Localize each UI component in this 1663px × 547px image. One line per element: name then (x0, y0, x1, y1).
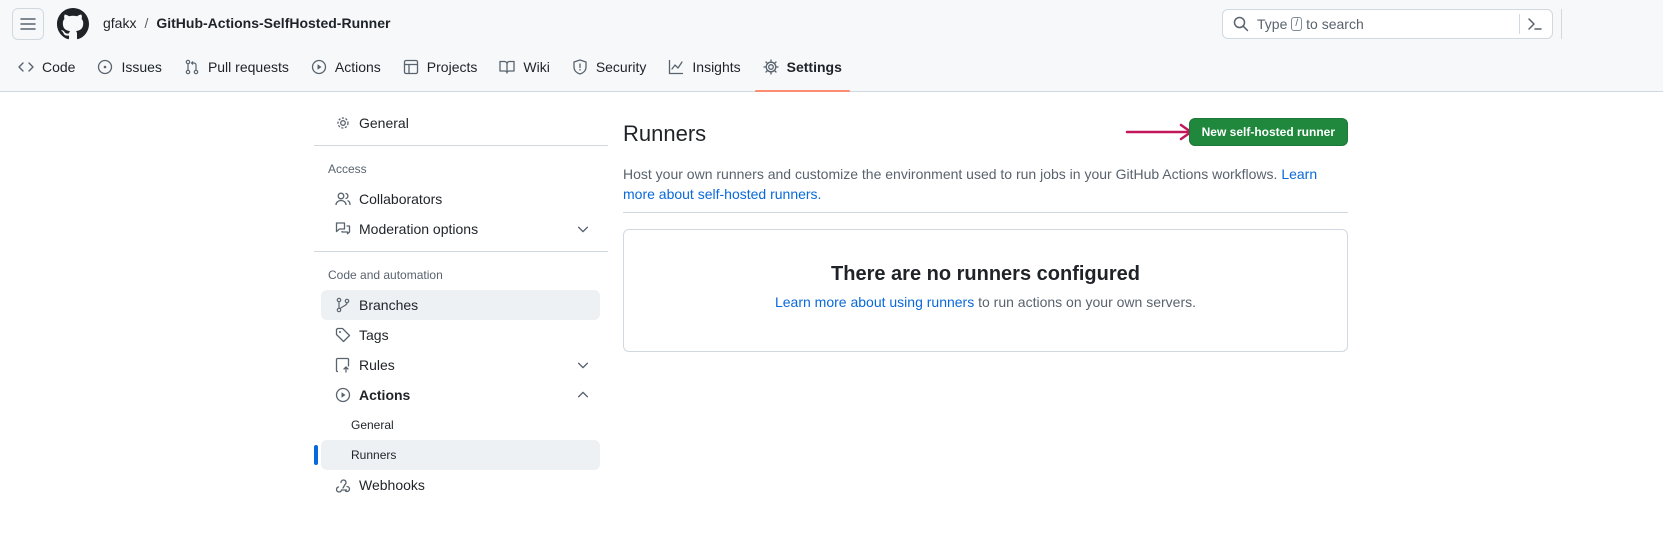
comment-discussion-icon (335, 222, 351, 235)
sidebar-subitem-actions-general[interactable]: General (321, 410, 600, 440)
sidebar-item-rules[interactable]: Rules (321, 350, 600, 380)
sidebar-subitem-runners[interactable]: Runners (314, 440, 600, 470)
sidebar-item-label: Branches (359, 297, 419, 313)
sidebar-item-collaborators[interactable]: Collaborators (321, 184, 600, 214)
play-icon (311, 59, 327, 75)
empty-state-title: There are no runners configured (831, 263, 1140, 285)
description-text: Host your own runners and customize the … (623, 166, 1278, 182)
empty-state-text: Learn more about using runners to run ac… (624, 294, 1347, 310)
tab-actions[interactable]: Actions (303, 51, 389, 91)
empty-state-suffix: to run actions on your own servers. (978, 294, 1196, 310)
menu-button[interactable] (12, 8, 44, 40)
repo-header: gfakx / GitHub-Actions-SelfHosted-Runner… (0, 0, 1663, 92)
sidebar-item-label: Moderation options (359, 221, 479, 237)
tab-label: Security (595, 59, 647, 75)
book-icon (499, 60, 516, 74)
pull-request-icon (185, 59, 199, 75)
tab-label: Code (42, 59, 76, 75)
sidebar-item-moderation[interactable]: Moderation options (321, 214, 600, 244)
empty-state: There are no runners configured Learn mo… (623, 229, 1348, 352)
settings-sidebar: General Access Collaborators Moderation … (314, 108, 608, 500)
sidebar-item-tags[interactable]: Tags (321, 320, 600, 350)
sidebar-item-general[interactable]: General (321, 108, 600, 138)
runners-panel: Runners New self-hosted runner Host your… (623, 108, 1348, 352)
code-icon (18, 62, 34, 72)
search-placeholder-suffix: to search (1306, 16, 1364, 32)
shield-icon (573, 59, 587, 75)
sidebar-item-label: General (359, 115, 409, 131)
gear-icon (337, 117, 349, 129)
search-divider (1519, 14, 1520, 34)
breadcrumb: gfakx / GitHub-Actions-SelfHosted-Runner (103, 15, 390, 31)
hamburger-icon (20, 18, 36, 30)
tab-insights[interactable]: Insights (660, 51, 748, 91)
chevron-down-icon[interactable] (576, 358, 590, 372)
tab-label: Pull requests (207, 59, 289, 75)
search-input[interactable]: Type / to search (1222, 9, 1553, 39)
tab-settings[interactable]: Settings (754, 51, 851, 92)
sidebar-item-label: Collaborators (359, 191, 443, 207)
tab-issues[interactable]: Issues (89, 51, 169, 91)
issue-icon (98, 59, 113, 75)
sidebar-heading-access: Access (328, 162, 367, 176)
tab-code[interactable]: Code (10, 51, 83, 91)
search-placeholder-prefix: Type (1257, 16, 1288, 32)
search-icon (1231, 14, 1251, 34)
github-logo-icon[interactable] (57, 8, 89, 40)
graph-icon (669, 59, 684, 75)
tab-security[interactable]: Security (564, 51, 655, 91)
page-title: Runners (623, 121, 707, 146)
webhook-icon (335, 479, 351, 493)
sidebar-item-actions[interactable]: Actions (321, 380, 600, 410)
owner-link[interactable]: gfakx (103, 15, 136, 31)
people-icon (335, 192, 351, 206)
play-icon (335, 387, 351, 403)
command-palette-icon[interactable] (1524, 14, 1546, 34)
tab-label: Wiki (523, 59, 550, 75)
learn-more-runners-link[interactable]: Learn more about using runners (775, 294, 974, 310)
tab-label: Actions (334, 59, 381, 75)
tab-pull-requests[interactable]: Pull requests (176, 51, 297, 91)
tab-wiki[interactable]: Wiki (491, 51, 557, 91)
sidebar-subitem-label: General (351, 418, 394, 432)
header-divider (1561, 9, 1562, 39)
chevron-up-icon[interactable] (576, 388, 590, 402)
title-row: Runners New self-hosted runner (623, 108, 1348, 158)
sidebar-item-label: Actions (359, 387, 411, 403)
annotation-arrow-icon (1125, 123, 1193, 141)
sidebar-item-webhooks[interactable]: Webhooks (321, 470, 600, 500)
table-icon (403, 59, 418, 75)
content-divider (623, 212, 1348, 213)
breadcrumb-separator: / (144, 15, 149, 31)
tab-label: Projects (426, 59, 478, 75)
sidebar-divider (314, 145, 608, 146)
tab-label: Issues (121, 59, 162, 75)
sidebar-item-label: Rules (359, 357, 395, 373)
sidebar-heading-code-automation: Code and automation (328, 268, 443, 282)
slash-key-hint: / (1291, 17, 1303, 31)
sidebar-item-branches[interactable]: Branches (321, 290, 600, 320)
tab-label: Insights (692, 59, 741, 75)
sidebar-divider (314, 251, 608, 252)
tab-projects[interactable]: Projects (395, 51, 486, 91)
gear-icon (762, 59, 779, 75)
chevron-down-icon[interactable] (576, 222, 590, 236)
sidebar-item-label: Webhooks (359, 477, 425, 493)
branch-icon (336, 297, 350, 313)
page-description: Host your own runners and customize the … (623, 164, 1348, 204)
sidebar-subitem-label: Runners (351, 448, 397, 462)
tab-label: Settings (786, 59, 842, 75)
repo-push-icon (335, 357, 350, 373)
repo-tabs: Code Issues Pull requests Actions Projec… (10, 51, 856, 92)
repo-link[interactable]: GitHub-Actions-SelfHosted-Runner (156, 15, 390, 31)
sidebar-item-label: Tags (359, 327, 389, 343)
tag-icon (335, 327, 351, 343)
new-self-hosted-runner-button[interactable]: New self-hosted runner (1188, 118, 1348, 146)
